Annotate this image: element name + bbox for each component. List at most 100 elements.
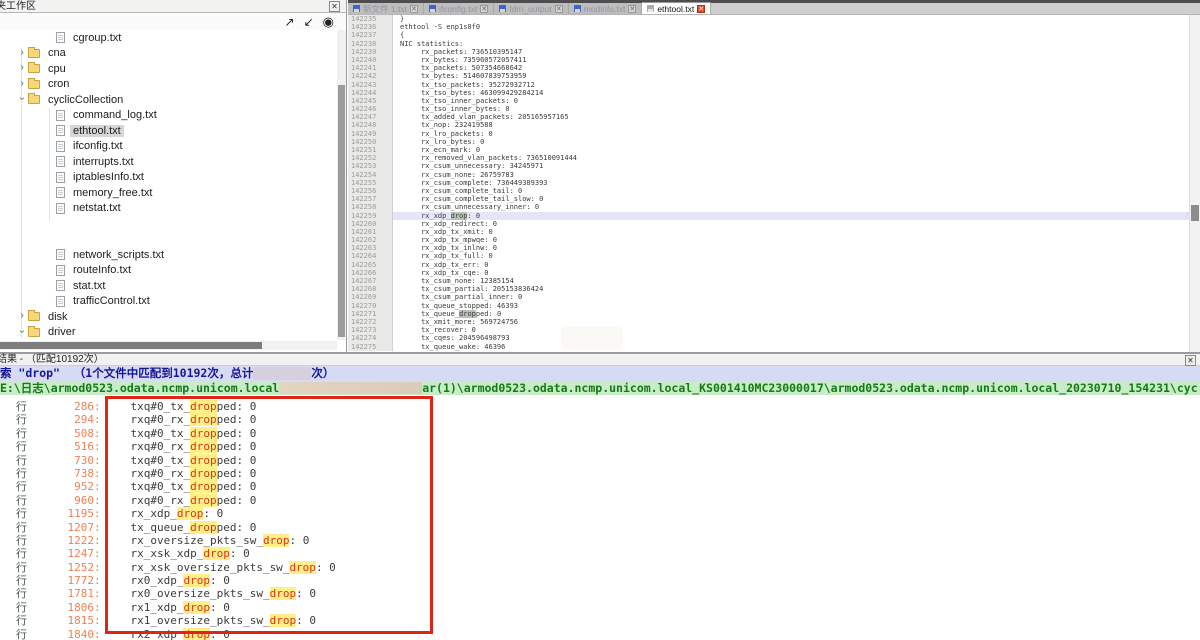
editor-line[interactable]: 142259 rx_xdp_drop: 0 xyxy=(348,212,1189,220)
editor-line[interactable]: 142258 rx_csum_unnecessary_inner: 0 xyxy=(348,203,1189,211)
result-file-path[interactable]: E:\日志\armod0523.odata.ncmp.unicom.local … xyxy=(0,381,1200,395)
result-row[interactable]: 行294: rxq#0_rx_dropped: 0 xyxy=(0,411,1200,424)
result-row[interactable]: 行1806: rx1_xdp_drop: 0 xyxy=(0,599,1200,612)
editor-line[interactable]: 142245 tx_tso_inner_packets: 0 xyxy=(348,97,1189,105)
result-row[interactable]: 行286: txq#0_tx_dropped: 0 xyxy=(0,398,1200,411)
chevron-right-icon[interactable]: › xyxy=(16,310,28,321)
editor-line[interactable]: 142262 rx_xdp_tx_mpwqe: 0 xyxy=(348,236,1189,244)
editor-line[interactable]: 142250 rx_lro_bytes: 0 xyxy=(348,138,1189,146)
editor-line[interactable]: 142252 rx_removed_vlan_packets: 73651009… xyxy=(348,154,1189,162)
editor-line[interactable]: 142243 tx_tso_packets: 35272932712 xyxy=(348,81,1189,89)
tree-item-netstat-txt[interactable]: ›netstat.txt xyxy=(0,201,337,217)
editor-line[interactable]: 142244 tx_tso_bytes: 463099429284214 xyxy=(348,89,1189,97)
tree-item-cyclicCollection[interactable]: ›cyclicCollection xyxy=(0,92,337,108)
tree-item-cpu[interactable]: ›cpu xyxy=(0,61,337,77)
result-row[interactable]: 行1252: rx_xsk_oversize_pkts_sw_drop: 0 xyxy=(0,559,1200,572)
result-row[interactable]: 行1840: rx2_xdp_drop: 0 xyxy=(0,626,1200,639)
code-editor[interactable]: 142235}142236ethtool -S enp1s0f0142237{1… xyxy=(348,15,1189,352)
editor-line[interactable]: 142239 rx_packets: 736510395147 xyxy=(348,48,1189,56)
result-row[interactable]: 行1815: rx1_oversize_pkts_sw_drop: 0 xyxy=(0,612,1200,625)
tree-item-routeInfo-txt[interactable]: ›routeInfo.txt xyxy=(0,263,337,279)
editor-line[interactable]: 142264 rx_xdp_tx_full: 0 xyxy=(348,252,1189,260)
chevron-right-icon[interactable]: › xyxy=(16,78,28,89)
result-row[interactable]: 行1772: rx0_xdp_drop: 0 xyxy=(0,572,1200,585)
result-row[interactable]: 行738: rxq#0_rx_dropped: 0 xyxy=(0,465,1200,478)
result-row[interactable]: 行1781: rx0_oversize_pkts_sw_drop: 0 xyxy=(0,585,1200,598)
editor-line[interactable]: 142254 rx_csum_none: 26759783 xyxy=(348,171,1189,179)
close-icon[interactable]: ✕ xyxy=(628,5,636,13)
editor-line[interactable]: 142263 rx_xdp_tx_inlnw: 0 xyxy=(348,244,1189,252)
editor-line[interactable]: 142275 tx_queue_wake: 46396 xyxy=(348,343,1189,351)
editor-line[interactable]: 142238NIC statistics: xyxy=(348,40,1189,48)
editor-line[interactable]: 142257 rx_csum_complete_tail_slow: 0 xyxy=(348,195,1189,203)
tab-ifconfig-txt[interactable]: ifconfig.txt✕ xyxy=(424,3,494,14)
close-icon[interactable]: ✕ xyxy=(410,5,418,13)
editor-line[interactable]: 142268 tx_csum_partial: 205153836424 xyxy=(348,285,1189,293)
result-row[interactable]: 行1195: rx_xdp_drop: 0 xyxy=(0,505,1200,518)
tab-ethtool-txt[interactable]: ethtool.txt✕ xyxy=(642,2,711,14)
tree-item-network_scripts-txt[interactable]: ›network_scripts.txt xyxy=(0,247,337,263)
editor-line[interactable]: 142235} xyxy=(348,15,1189,23)
editor-line[interactable]: 142241 tx_packets: 507354668642 xyxy=(348,64,1189,72)
result-row[interactable]: 行1222: rx_oversize_pkts_sw_drop: 0 xyxy=(0,532,1200,545)
result-row[interactable]: 行952: txq#0_tx_dropped: 0 xyxy=(0,478,1200,491)
tree-item-memory_free-txt[interactable]: ›memory_free.txt xyxy=(0,185,337,201)
editor-line[interactable]: 142269 tx_csum_partial_inner: 0 xyxy=(348,293,1189,301)
editor-line[interactable]: 142242 tx_bytes: 514607839753959 xyxy=(348,72,1189,80)
tree-vertical-scrollbar[interactable] xyxy=(337,30,346,340)
tab-fdm_output[interactable]: fdm_output✕ xyxy=(494,3,569,14)
close-icon[interactable]: ✕ xyxy=(329,1,340,12)
expand-all-icon[interactable]: ↗ xyxy=(285,15,295,29)
editor-line[interactable]: 142249 rx_lro_packets: 0 xyxy=(348,130,1189,138)
tree-item-ifconfig-txt[interactable]: ›ifconfig.txt xyxy=(0,139,337,155)
tree-item-disk[interactable]: ›disk xyxy=(0,309,337,325)
editor-line[interactable]: 142273 tx_recover: 0 xyxy=(348,326,1189,334)
editor-line[interactable]: 142260 rx_xdp_redirect: 0 xyxy=(348,220,1189,228)
editor-line[interactable]: 142267 tx_csum_none: 12385154 xyxy=(348,277,1189,285)
close-icon[interactable]: ✕ xyxy=(697,5,705,13)
editor-line[interactable]: 142253 rx_csum_unnecessary: 34245971 xyxy=(348,162,1189,170)
editor-line[interactable]: 142272 tx_xmit_more: 569724756 xyxy=(348,318,1189,326)
editor-line[interactable]: 142251 rx_ecn_mark: 0 xyxy=(348,146,1189,154)
tree-item-ethtool-txt[interactable]: ›ethtool.txt xyxy=(0,123,337,139)
tree-item-iptablesInfo-txt[interactable]: ›iptablesInfo.txt xyxy=(0,170,337,186)
tab--1-txt[interactable]: 新文件 1.txt✕ xyxy=(348,3,424,14)
chevron-right-icon[interactable]: › xyxy=(16,47,28,58)
editor-line[interactable]: 142255 rx_csum_complete: 736449389393 xyxy=(348,179,1189,187)
result-row[interactable]: 行508: txq#0_tx_dropped: 0 xyxy=(0,425,1200,438)
tree-item-trafficControl-txt[interactable]: ›trafficControl.txt xyxy=(0,294,337,310)
editor-line[interactable]: 142240 rx_bytes: 735960572057411 xyxy=(348,56,1189,64)
editor-line[interactable]: 142246 tx_tso_inner_bytes: 0 xyxy=(348,105,1189,113)
tree-item-cgroup-txt[interactable]: ›cgroup.txt xyxy=(0,30,337,46)
editor-line[interactable]: 142266 rx_xdp_tx_cqe: 0 xyxy=(348,269,1189,277)
scrollbar-thumb[interactable] xyxy=(1191,205,1199,221)
editor-line[interactable]: 142261 rx_xdp_tx_xmit: 0 xyxy=(348,228,1189,236)
tree-item-cna[interactable]: ›cna xyxy=(0,46,337,62)
scrollbar-thumb[interactable] xyxy=(338,85,345,337)
close-icon[interactable]: ✕ xyxy=(480,5,488,13)
close-icon[interactable]: ✕ xyxy=(555,5,563,13)
chevron-down-icon[interactable]: › xyxy=(17,93,28,105)
result-row[interactable]: 行960: rxq#0_rx_dropped: 0 xyxy=(0,492,1200,505)
editor-line[interactable]: 142271 tx_queue_dropped: 0 xyxy=(348,310,1189,318)
editor-line[interactable]: 142237{ xyxy=(348,31,1189,39)
tab-modinfo-txt[interactable]: modinfo.txt✕ xyxy=(569,3,643,14)
scrollbar-thumb[interactable] xyxy=(0,342,262,349)
search-summary[interactable]: 索 "drop" （1个文件中匹配到10192次，总计 次） xyxy=(0,366,1200,381)
editor-line[interactable]: 142248 tx_nop: 232419588 xyxy=(348,121,1189,129)
chevron-down-icon[interactable]: › xyxy=(17,325,28,337)
tree-item-driver[interactable]: ›driver xyxy=(0,325,337,341)
tree-item-cron[interactable]: ›cron xyxy=(0,77,337,93)
tree-item-interrupts-txt[interactable]: ›interrupts.txt xyxy=(0,154,337,170)
collapse-all-icon[interactable]: ↙ xyxy=(304,15,314,29)
tree-item-command_log-txt[interactable]: ›command_log.txt xyxy=(0,108,337,124)
editor-line[interactable]: 142274 tx_cqes: 204596498793 xyxy=(348,334,1189,342)
editor-vertical-scrollbar[interactable] xyxy=(1189,15,1200,352)
chevron-right-icon[interactable]: › xyxy=(16,62,28,73)
editor-line[interactable]: 142256 rx_csum_complete_tail: 0 xyxy=(348,187,1189,195)
tree-horizontal-scrollbar[interactable] xyxy=(0,341,337,350)
locate-file-icon[interactable]: ◉ xyxy=(323,15,334,29)
tree-item-stat-txt[interactable]: ›stat.txt xyxy=(0,278,337,294)
result-row[interactable]: 行1247: rx_xsk_xdp_drop: 0 xyxy=(0,545,1200,558)
close-icon[interactable]: ✕ xyxy=(1185,355,1196,366)
